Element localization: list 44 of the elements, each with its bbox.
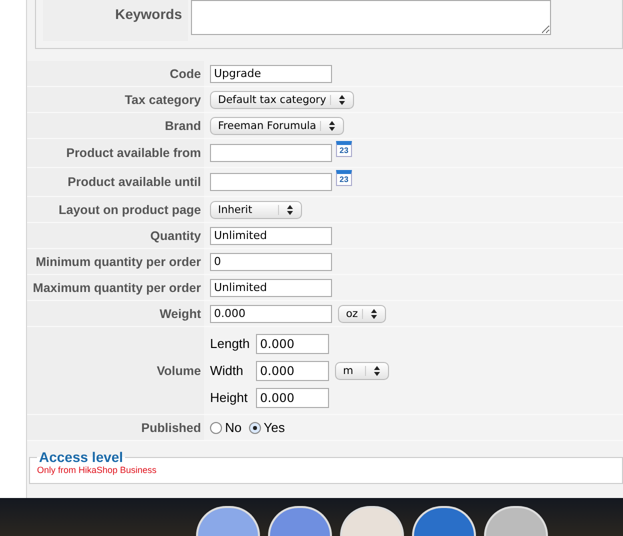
field-label: Layout on product page (27, 197, 204, 223)
field-label: Volume (27, 327, 204, 415)
dimension-field[interactable]: 0.000 (256, 360, 329, 380)
field-label: Product available until (27, 168, 204, 197)
field-label: Minimum quantity per order (27, 249, 204, 275)
text-field[interactable]: Unlimited (210, 278, 332, 296)
field-label: Weight (27, 301, 204, 327)
app-icon[interactable] (340, 506, 404, 536)
field-label: Brand (27, 113, 204, 139)
unit-dropdown[interactable]: m (335, 362, 389, 380)
dimension-field[interactable]: 0.000 (256, 388, 329, 408)
text-field[interactable]: 0 (210, 252, 332, 270)
field-label: Quantity (27, 223, 204, 249)
text-field[interactable]: 0.000 (210, 304, 332, 322)
app-icon[interactable] (268, 506, 332, 536)
field-label: Keywords (43, 0, 188, 41)
app-icon[interactable] (412, 506, 476, 536)
dimension-label: Width (210, 363, 244, 378)
app-icon[interactable] (484, 506, 548, 536)
field-label: Product available from (27, 139, 204, 168)
date-field[interactable] (210, 173, 332, 191)
calendar-icon[interactable]: 23 (336, 141, 352, 157)
dimension-label: Height (210, 390, 249, 405)
dropdown[interactable]: Freeman Forumula (210, 116, 344, 134)
radio-button[interactable] (210, 422, 222, 434)
text-field[interactable]: Unlimited (210, 226, 332, 244)
field-label: Tax category (27, 87, 204, 113)
dimension-field[interactable]: 0.000 (256, 334, 329, 354)
dimension-label: Length (210, 336, 251, 351)
radio-button[interactable] (248, 422, 261, 434)
field-label: Published (27, 415, 204, 441)
unit-dropdown[interactable]: oz (338, 304, 386, 322)
field-label: Maximum quantity per order (27, 275, 204, 301)
radio-label: Yes (264, 420, 285, 435)
radio-label: No (225, 420, 242, 435)
calendar-icon[interactable]: 23 (336, 170, 352, 186)
dropdown[interactable]: Default tax category (210, 90, 354, 108)
dropdown[interactable]: Inherit (210, 200, 302, 218)
text-field[interactable]: Upgrade (210, 64, 332, 82)
fieldset-legend: Access level (37, 449, 126, 465)
field-label: Code (27, 61, 204, 87)
notice-text: Only from HikaShop Business (37, 465, 158, 475)
date-field[interactable] (210, 144, 332, 162)
app-icon[interactable] (196, 506, 260, 536)
